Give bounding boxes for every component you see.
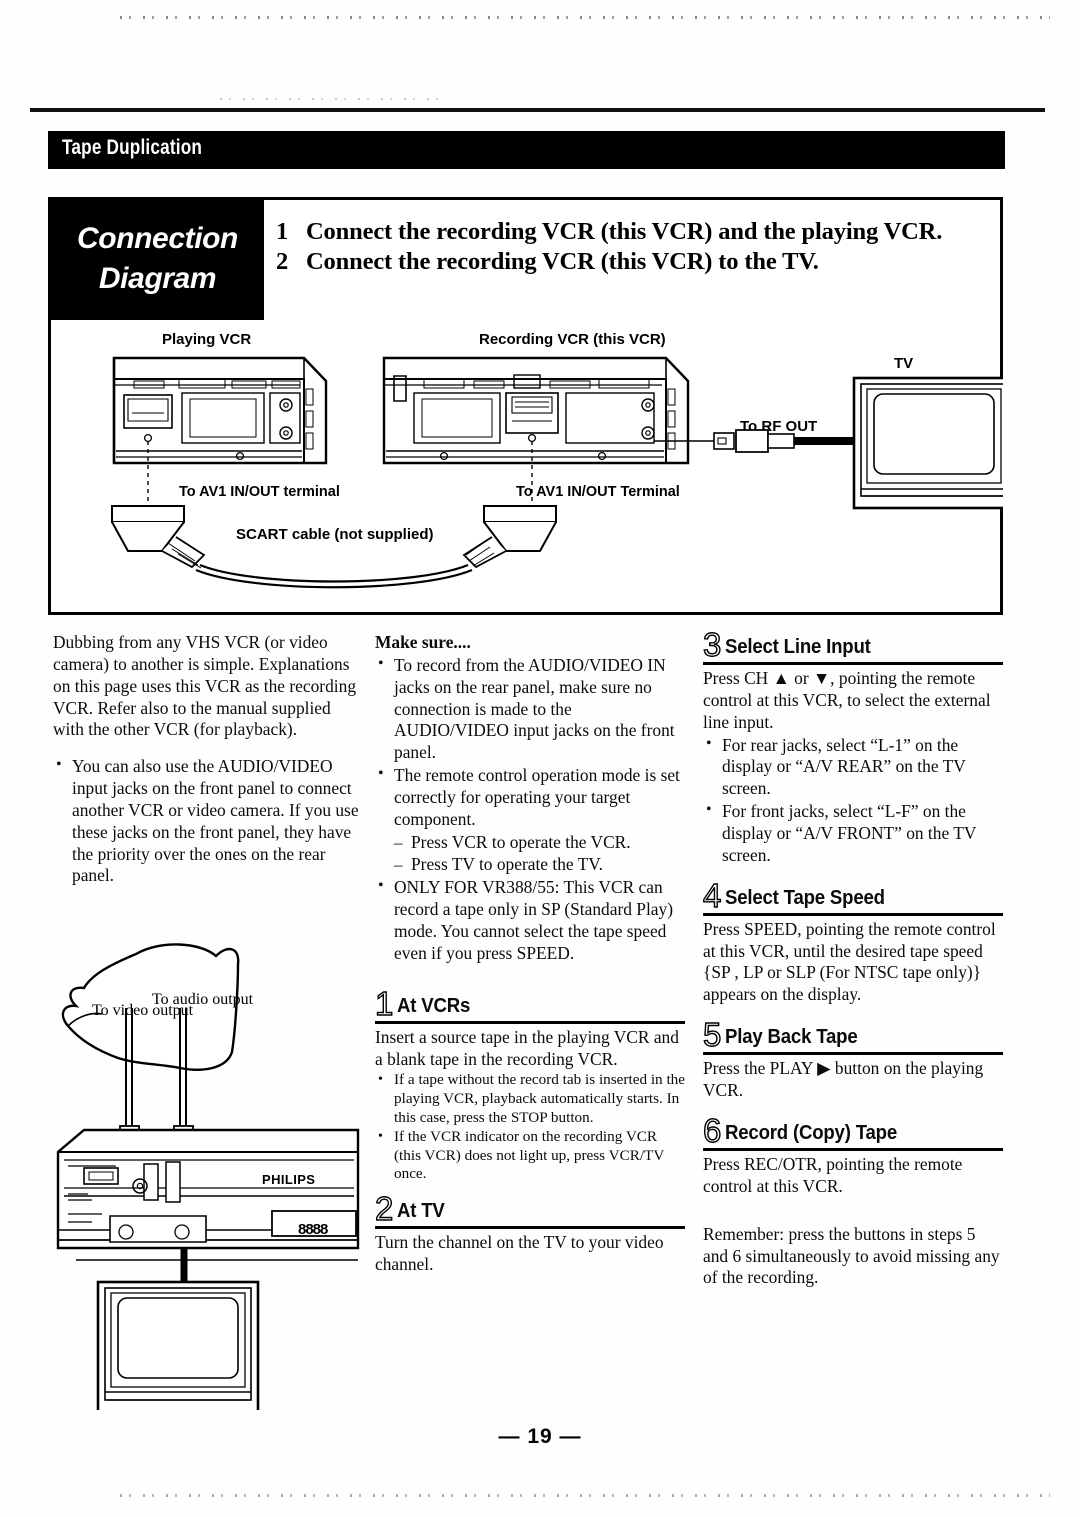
list-item: The remote control operation mode is set… <box>375 764 685 831</box>
step-heading-at-vcrs: 1 At VCRs <box>374 984 685 1024</box>
top-rule <box>30 108 1045 112</box>
remote-mode-dash-list: Press VCR to operate the VCR. Press TV t… <box>392 832 685 877</box>
step-number: 1 <box>374 984 394 1022</box>
step-title: Select Tape Speed <box>725 886 886 909</box>
step2-body: Turn the channel on the TV to your video… <box>375 1231 664 1274</box>
step1-notes: If a tape without the record tab is inse… <box>375 1071 685 1183</box>
step-heading-play-back-tape: 5 Play Back Tape <box>702 1016 1003 1056</box>
list-item: ONLY FOR VR388/55: This VCR can record a… <box>375 876 685 964</box>
remember-paragraph: Remember: press the buttons in steps 5 a… <box>703 1223 1000 1288</box>
make-sure-list-cont: ONLY FOR VR388/55: This VCR can record a… <box>375 876 685 964</box>
section-title: Tape Duplication <box>62 136 203 159</box>
step4-body: Press SPEED, pointing the remote control… <box>703 918 996 1005</box>
diagram-illustration-area: Playing VCR Recording VCR (this VCR) TV … <box>54 323 1003 609</box>
step-title: Record (Copy) Tape <box>725 1121 898 1144</box>
diagram-step: 1 Connect the recording VCR (this VCR) a… <box>276 218 988 247</box>
step-heading-record-copy-tape: 6 Record (Copy) Tape <box>702 1111 1003 1152</box>
step-heading-at-tv: 2 At TV <box>374 1189 685 1229</box>
list-item: For rear jacks, select “L-1” on the disp… <box>703 734 1003 801</box>
scan-artifact-top <box>120 16 1050 19</box>
step-title: Play Back Tape <box>725 1026 858 1049</box>
diagram-step-text: Connect the recording VCR (this VCR) to … <box>306 247 819 275</box>
list-item: Press VCR to operate the VCR. <box>392 832 685 854</box>
diagram-step-text: Connect the recording VCR (this VCR) and… <box>306 218 943 245</box>
step-number: 3 <box>702 626 722 663</box>
make-sure-heading: Make sure.... <box>375 632 471 652</box>
diagram-step: 2 Connect the recording VCR (this VCR) t… <box>276 248 988 277</box>
left-text-column: Dubbing from any VHS VCR (or video camer… <box>53 632 365 887</box>
step-title: Select Line Input <box>725 636 872 658</box>
list-item: You can also use the AUDIO/VIDEO input j… <box>53 755 365 887</box>
list-item: Press TV to operate the TV. <box>392 854 685 876</box>
connection-diagram-box: Connection Diagram 1 Connect the recordi… <box>48 197 1003 615</box>
diagram-step-number: 1 <box>276 218 289 245</box>
manual-page: Tape Duplication Connection Diagram 1 Co… <box>0 0 1080 1517</box>
step-heading-select-line-input: 3 Select Line Input <box>702 626 1003 666</box>
diagram-step-list: 1 Connect the recording VCR (this VCR) a… <box>276 218 988 276</box>
middle-text-column: Make sure.... To record from the AUDIO/V… <box>374 632 685 1276</box>
label-to-audio-output: To audio output <box>152 991 254 1008</box>
intro-paragraph: Dubbing from any VHS VCR (or video camer… <box>53 632 357 740</box>
diagram-step-number: 2 <box>276 247 289 275</box>
front-panel-figure: To video output To audio output PHILIPS … <box>40 930 370 1410</box>
step-title: At TV <box>397 1199 445 1222</box>
connection-diagram-heading: Connection Diagram <box>51 200 264 320</box>
step-number: 6 <box>702 1111 722 1149</box>
list-item: For front jacks, select “L-F” on the dis… <box>703 800 1003 867</box>
heading-line-connection: Connection <box>77 222 238 255</box>
right-text-column: 3 Select Line Input Press CH ▲ or ▼, poin… <box>702 626 1003 1289</box>
step-number: 2 <box>374 1189 394 1227</box>
section-title-bar: Tape Duplication <box>48 131 1005 169</box>
heading-line-diagram: Diagram <box>98 262 217 295</box>
scan-artifact-bottom <box>120 1494 1050 1497</box>
step-number: 5 <box>702 1016 722 1054</box>
step5-body: Press the PLAY ▶ button on the playing V… <box>703 1058 984 1101</box>
list-item: To record from the AUDIO/VIDEO IN jacks … <box>375 654 685 764</box>
step1-body: Insert a source tape in the playing VCR … <box>375 1026 679 1069</box>
scan-artifact-mid <box>220 98 440 100</box>
diagram-graphics <box>111 356 1003 589</box>
step3-notes: For rear jacks, select “L-1” on the disp… <box>703 734 1003 867</box>
vcr-display-value: 8888 <box>298 1221 328 1238</box>
list-item: If a tape without the record tab is inse… <box>375 1071 685 1127</box>
step6-body: Press REC/OTR, pointing the remote contr… <box>703 1154 963 1196</box>
step-number: 4 <box>702 876 722 914</box>
left-bullet-list: You can also use the AUDIO/VIDEO input j… <box>53 755 365 887</box>
make-sure-list: To record from the AUDIO/VIDEO IN jacks … <box>375 654 685 831</box>
step3-body: Press CH ▲ or ▼, pointing the remote con… <box>703 668 991 732</box>
step-title: At VCRs <box>397 994 471 1017</box>
step-heading-select-tape-speed: 4 Select Tape Speed <box>702 876 1003 916</box>
page-number: — 19 — <box>498 1425 582 1448</box>
list-item: If the VCR indicator on the recording VC… <box>375 1128 685 1184</box>
label-philips-brand: PHILIPS <box>262 1172 316 1187</box>
